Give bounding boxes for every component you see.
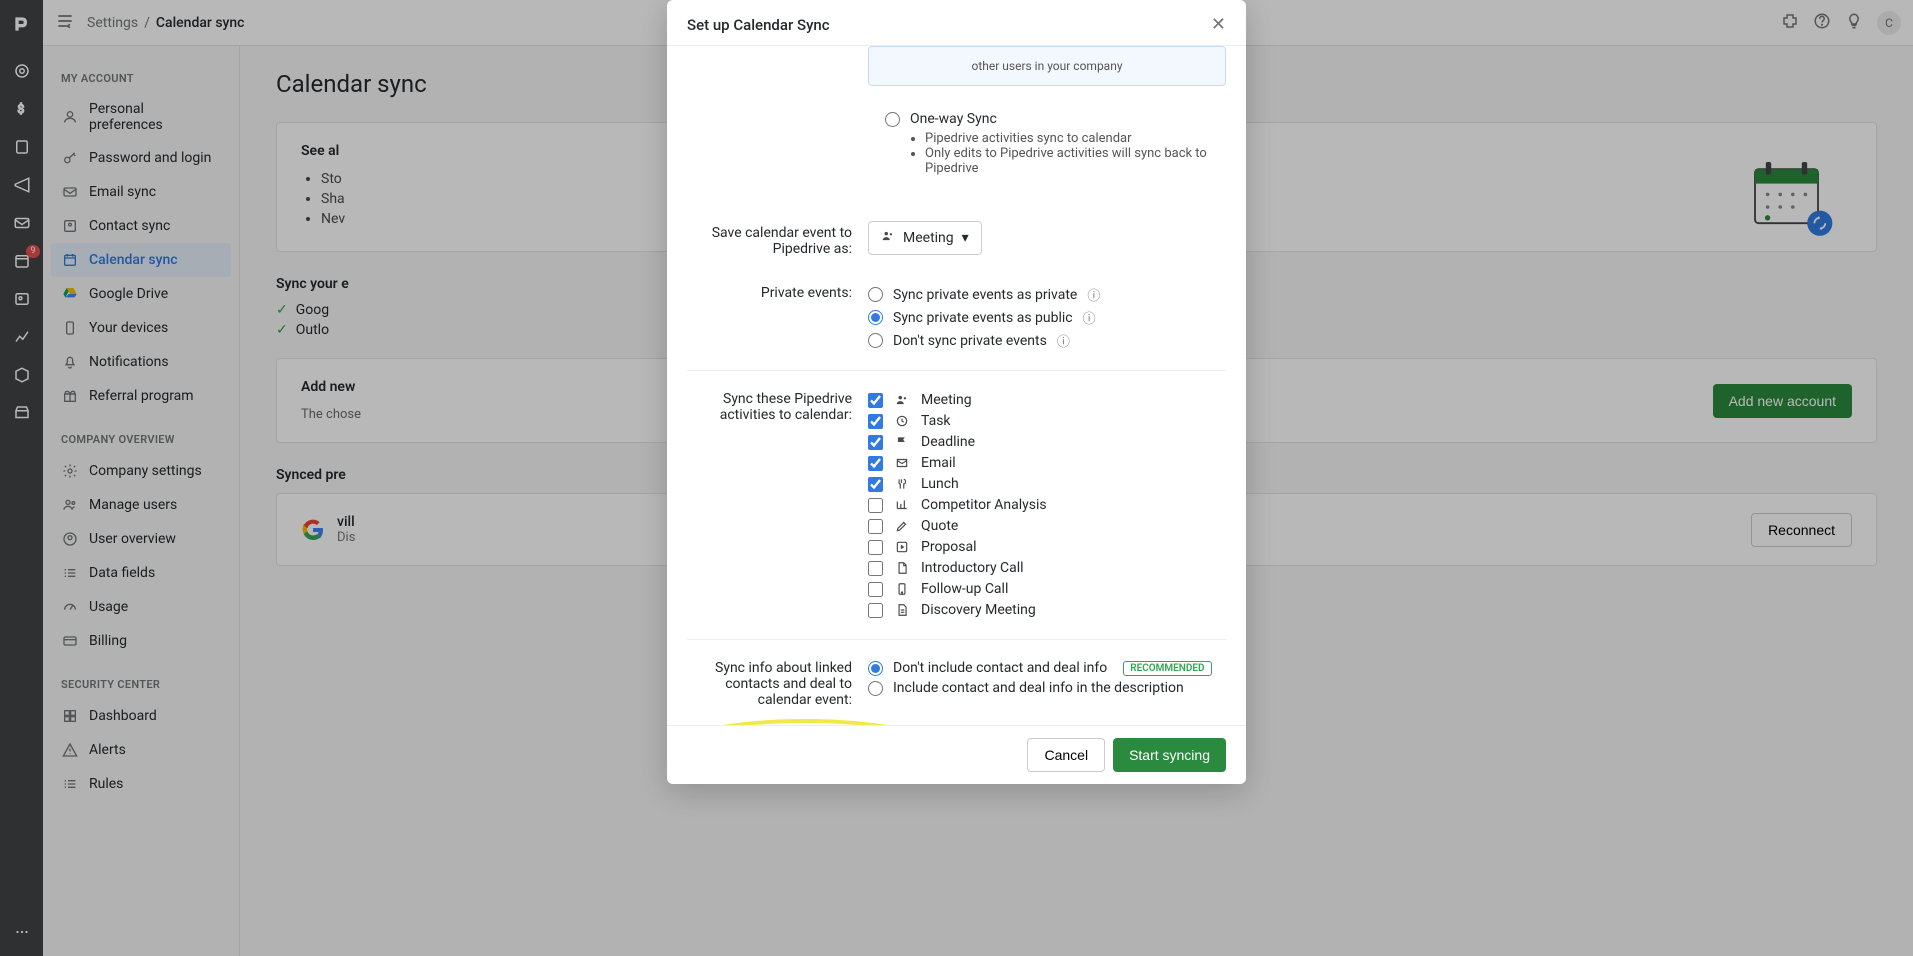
private-option-label: Sync private events as public [893,310,1073,326]
clock-icon [893,414,911,428]
activity-label: Task [921,413,951,429]
sync-info-label: Sync info about linked contacts and deal… [687,656,852,708]
dont-include-radio[interactable] [868,661,883,676]
doc2-icon [893,603,911,617]
activity-row: Task [868,413,1226,429]
people-icon [893,393,911,407]
two-way-sync-option[interactable]: other users in your company [868,46,1226,86]
activity-row: Email [868,455,1226,471]
edit-icon [893,519,911,533]
modal-title: Set up Calendar Sync [687,16,830,34]
activity-checkbox[interactable] [868,414,883,429]
two-way-detail: other users in your company [885,59,1209,73]
chart-icon [893,498,911,512]
info-icon[interactable]: ⓘ [1083,308,1096,327]
start-syncing-button[interactable]: Start syncing [1113,738,1226,772]
calendar-sync-modal: Set up Calendar Sync ✕ x other users in … [667,0,1246,784]
email-icon [893,456,911,470]
activity-checkbox[interactable] [868,456,883,471]
one-way-sync-option[interactable]: One-way Sync Pipedrive activities sync t… [868,94,1226,189]
activity-label: Competitor Analysis [921,497,1047,513]
lunch-icon [893,477,911,491]
activity-label: Follow-up Call [921,581,1008,597]
one-way-radio[interactable] [885,112,900,127]
flag-icon [893,435,911,449]
one-way-label: One-way Sync [910,111,997,127]
activity-row: Proposal [868,539,1226,555]
modal-overlay: Set up Calendar Sync ✕ x other users in … [0,0,1913,956]
activity-label: Lunch [921,476,959,492]
activity-checkbox[interactable] [868,435,883,450]
private-option-label: Sync private events as private [893,287,1077,303]
phone-icon [893,582,911,596]
activity-row: Lunch [868,476,1226,492]
activity-checkbox[interactable] [868,582,883,597]
activity-label: Deadline [921,434,975,450]
include-radio[interactable] [868,681,883,696]
activity-checkbox[interactable] [868,540,883,555]
doc-icon [893,561,911,575]
activity-checkbox[interactable] [868,498,883,513]
info-icon[interactable]: ⓘ [1087,285,1100,304]
private-as-private-radio[interactable] [868,287,883,302]
one-way-bullet: Only edits to Pipedrive activities will … [925,146,1209,176]
activity-checkbox[interactable] [868,561,883,576]
sync-info-option-label: Include contact and deal info in the des… [893,680,1184,696]
one-way-bullet: Pipedrive activities sync to calendar [925,131,1209,146]
activity-row: Competitor Analysis [868,497,1226,513]
sync-info-option-label: Don't include contact and deal info [893,660,1107,676]
activity-row: Quote [868,518,1226,534]
activity-row: Deadline [868,434,1226,450]
dropdown-value: Meeting [903,230,954,246]
activity-row: Meeting [868,392,1226,408]
activity-checkbox[interactable] [868,519,883,534]
cancel-button[interactable]: Cancel [1027,738,1105,772]
recommended-badge: RECOMMENDED [1123,661,1211,676]
activity-checkbox[interactable] [868,477,883,492]
private-events-label: Private events: [687,281,852,354]
activity-checkbox[interactable] [868,393,883,408]
chevron-down-icon: ▾ [962,230,969,246]
close-icon[interactable]: ✕ [1211,14,1226,35]
activity-label: Discovery Meeting [921,602,1036,618]
activity-label: Quote [921,518,958,534]
activity-label: Email [921,455,956,471]
people-icon [881,229,895,247]
private-option-label: Don't sync private events [893,333,1047,349]
private-as-public-radio[interactable] [868,310,883,325]
dont-sync-private-radio[interactable] [868,333,883,348]
play-icon [893,540,911,554]
save-as-label: Save calendar event to Pipedrive as: [687,221,852,257]
activity-label: Meeting [921,392,972,408]
activities-label: Sync these Pipedrive activities to calen… [687,387,852,623]
activity-checkbox[interactable] [868,603,883,618]
activity-label: Proposal [921,539,977,555]
activity-row: Follow-up Call [868,581,1226,597]
activity-row: Introductory Call [868,560,1226,576]
activity-row: Discovery Meeting [868,602,1226,618]
info-icon[interactable]: ⓘ [1057,331,1070,350]
activity-label: Introductory Call [921,560,1024,576]
save-as-dropdown[interactable]: Meeting ▾ [868,221,982,255]
